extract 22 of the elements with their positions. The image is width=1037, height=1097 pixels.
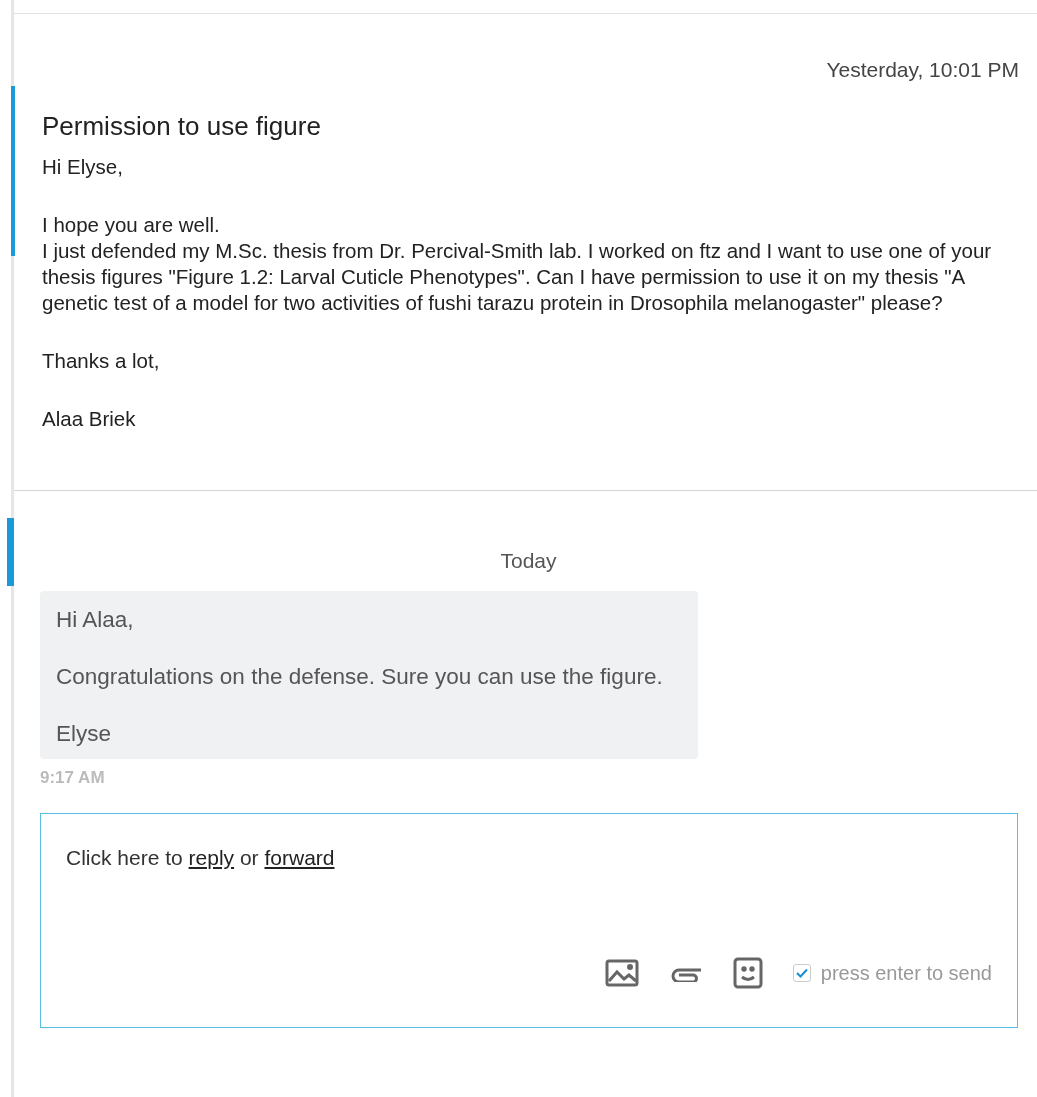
message-time: Yesterday, 10:01 PM	[826, 57, 1019, 83]
reply-text: Congratulations on the defense. Sure you can use the figure.	[56, 663, 664, 691]
day-label: Today	[500, 548, 557, 574]
accent-bar	[7, 518, 14, 586]
checkbox-label: press enter to send	[820, 960, 992, 986]
composer-box[interactable]: Click here to reply or forward press enter to send	[40, 812, 1018, 1028]
reply-text: Elyse	[56, 720, 113, 748]
message-text: I hope you are well.	[42, 212, 221, 238]
forward-link[interactable]: forward	[264, 845, 335, 869]
reply-time: 9:17 AM	[40, 768, 105, 787]
message-text: I just defended my M.Sc. thesis from Dr. Percival-Smith lab. I worked on ftz and I want to use one of your thesis figures "Figure 1.2: Larval Cuticle Phenotypes". Can I have permission to use it on my thesis "A genetic test of a model for two activities of fushi tarazu protein in Drosophila melanogaster" please?	[42, 238, 993, 316]
reply-link[interactable]: reply	[188, 845, 235, 869]
message-text: Hi Elyse,	[42, 154, 124, 180]
image-icon[interactable]	[604, 958, 639, 987]
checkbox[interactable]	[792, 963, 811, 982]
message-text: Alaa Briek	[42, 406, 137, 432]
emoji-icon[interactable]	[732, 956, 763, 989]
reply-text: Hi Alaa,	[56, 606, 135, 634]
checkmark-icon	[795, 967, 808, 978]
message-text: Thanks a lot,	[42, 348, 161, 374]
message-subject: Permission to use figure	[42, 111, 321, 141]
composer-prompt: Click here to reply or forward	[66, 844, 336, 871]
